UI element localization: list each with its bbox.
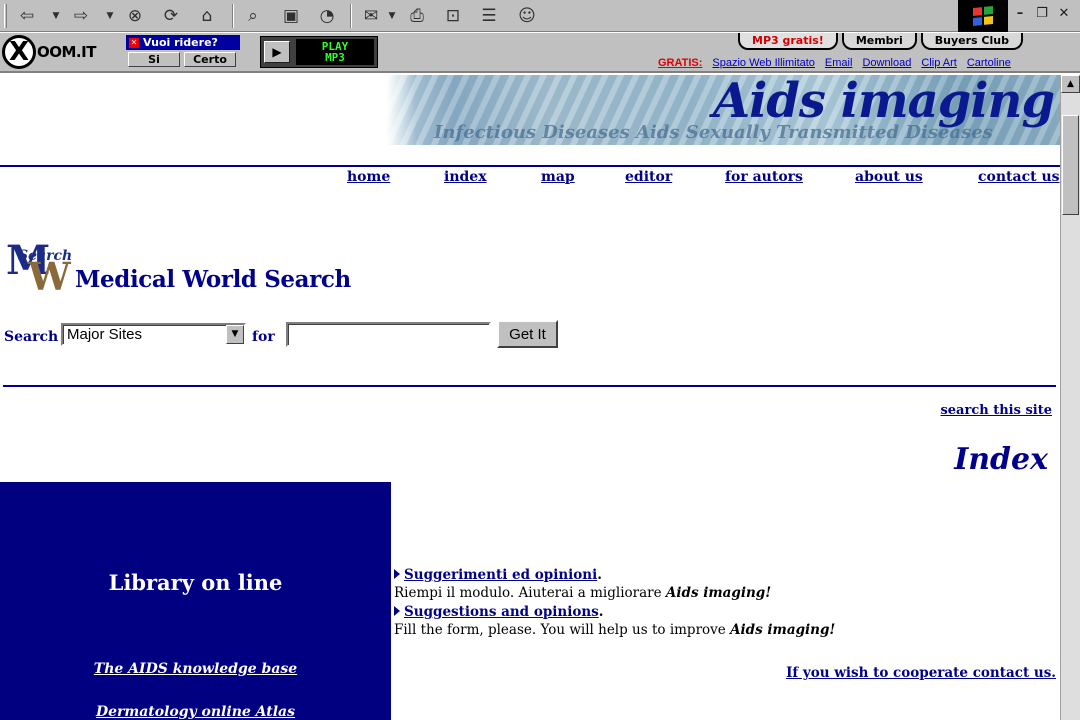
mws-title: Medical World Search — [75, 266, 351, 293]
scroll-thumb[interactable] — [1062, 115, 1079, 215]
toolbar-separator — [350, 4, 352, 28]
search-scope-value: Major Sites — [67, 326, 143, 343]
si-button[interactable]: Si — [128, 52, 180, 67]
windows-logo — [958, 0, 1008, 32]
aids-imaging-em: Aids imaging! — [665, 585, 772, 601]
nav-top-rule — [0, 165, 1060, 167]
play-icon[interactable]: ▶ — [264, 41, 290, 63]
back-dropdown-icon[interactable]: ▼ — [50, 4, 62, 28]
aids-imaging-banner: Infectious Diseases Aids Sexually Transm… — [386, 75, 1060, 145]
favorites-icon[interactable]: ▣ — [278, 4, 304, 28]
suggestions-en-line: Suggestions and opinions. — [394, 604, 603, 620]
suggestions-it-text: Riempi il modulo. Aiuterai a migliorare … — [394, 585, 772, 601]
gratis-label: GRATIS: — [658, 57, 703, 69]
banner-fade — [386, 75, 416, 145]
nav-for-autors[interactable]: for autors — [725, 169, 803, 185]
vuoi-ridere-title: Vuoi ridere? — [143, 36, 218, 49]
xoom-logo[interactable]: X OOM.IT — [2, 35, 96, 69]
fullscreen-icon[interactable]: ⊡ — [440, 4, 466, 28]
edit-page-icon[interactable]: ☰ — [476, 4, 502, 28]
main-nav: home index map editor for autors about u… — [0, 169, 1060, 189]
nav-index[interactable]: index — [444, 169, 487, 185]
link-clip-art[interactable]: Clip Art — [921, 57, 956, 69]
nav-about-us[interactable]: about us — [855, 169, 923, 185]
vuoi-ridere-header: ✕ Vuoi ridere? — [126, 35, 240, 50]
xoom-x-mark: X — [2, 35, 36, 69]
index-heading: Index — [954, 442, 1048, 477]
medical-world-search-logo[interactable]: M W Search — [4, 230, 72, 292]
vuoi-ridere-widget: ✕ Vuoi ridere? Si Certo — [126, 35, 240, 69]
link-spazio-web[interactable]: Spazio Web Illimitato — [712, 57, 815, 69]
mail-icon[interactable]: ✉ — [358, 4, 384, 28]
close-icon[interactable]: ✕ — [129, 37, 139, 48]
tab-membri[interactable]: Membri — [841, 33, 917, 50]
windows-flag-icon — [973, 5, 993, 27]
restore-icon[interactable]: ❐ — [1032, 3, 1052, 23]
for-label: for — [252, 329, 275, 345]
aids-imaging-em: Aids imaging! — [730, 622, 836, 638]
cooperate-contact-link[interactable]: If you wish to cooperate contact us. — [786, 665, 1056, 681]
mail-dropdown-icon[interactable]: ▼ — [386, 4, 398, 28]
chevron-down-icon[interactable]: ▼ — [226, 325, 244, 344]
link-email[interactable]: Email — [825, 57, 853, 69]
scroll-up-icon[interactable]: ▲ — [1061, 75, 1080, 93]
link-aids-knowledge-base[interactable]: The AIDS knowledge base — [0, 661, 391, 677]
play-mp3-display: PLAY MP3 — [296, 39, 374, 65]
nav-map[interactable]: map — [541, 169, 575, 185]
minimize-icon[interactable]: – — [1010, 3, 1030, 23]
search-icon[interactable]: ⌕ — [240, 4, 266, 28]
back-arrow-icon[interactable]: ⇦ — [14, 4, 40, 28]
tab-mp3-gratis[interactable]: MP3 gratis! — [738, 33, 838, 50]
library-title: Library on line — [108, 570, 283, 595]
gratis-links: GRATIS: Spazio Web Illimitato Email Down… — [658, 57, 1011, 69]
link-suggestions[interactable]: Suggestions and opinions — [404, 604, 599, 620]
link-suggerimenti[interactable]: Suggerimenti ed opinioni — [404, 567, 597, 583]
link-dermatology-atlas[interactable]: Dermatology online Atlas — [0, 704, 391, 720]
banner-title: Aids imaging — [712, 75, 1055, 129]
refresh-icon[interactable]: ⟳ — [158, 4, 184, 28]
suggestions-en-text: Fill the form, please. You will help us … — [394, 622, 836, 638]
nav-home[interactable]: home — [347, 169, 390, 185]
link-download[interactable]: Download — [862, 57, 911, 69]
forward-arrow-icon[interactable]: ⇨ — [68, 4, 94, 28]
search-bottom-rule — [3, 385, 1056, 387]
home-icon[interactable]: ⌂ — [194, 4, 220, 28]
get-it-button[interactable]: Get It — [497, 320, 558, 348]
nav-contact-us[interactable]: contact us — [978, 169, 1060, 185]
library-online-panel: Library on line The AIDS knowledge base … — [0, 482, 391, 720]
arrow-right-icon — [394, 606, 400, 616]
certo-button[interactable]: Certo — [184, 52, 236, 67]
tab-buyers-club[interactable]: Buyers Club — [920, 33, 1023, 50]
mws-logo-script: Search — [18, 248, 72, 264]
search-this-site-link[interactable]: search this site — [940, 403, 1052, 418]
suggestions-it-line: Suggerimenti ed opinioni. — [394, 567, 602, 583]
nav-editor[interactable]: editor — [625, 169, 672, 185]
toolbar-grip — [4, 4, 7, 28]
browser-toolbar: ⇦ ▼ ⇨ ▼ ⊗ ⟳ ⌂ ⌕ ▣ ◔ ✉ ▼ ⎙ ⊡ ☰ ☺ – ❐ ✕ — [0, 0, 1080, 32]
stop-icon[interactable]: ⊗ — [122, 4, 148, 28]
history-icon[interactable]: ◔ — [314, 4, 340, 28]
xoom-tabs: MP3 gratis! Membri Buyers Club — [738, 33, 1023, 51]
close-window-icon[interactable]: ✕ — [1054, 3, 1074, 23]
toolbar-separator — [232, 4, 234, 28]
forward-dropdown-icon[interactable]: ▼ — [104, 4, 116, 28]
arrow-right-icon — [394, 569, 400, 579]
xoom-logo-text: OOM.IT — [37, 43, 96, 61]
search-scope-select[interactable]: Major Sites ▼ — [61, 323, 246, 346]
link-cartoline[interactable]: Cartoline — [967, 57, 1011, 69]
vertical-scrollbar[interactable]: ▲ — [1060, 75, 1080, 720]
xoom-ad-bar: X OOM.IT ✕ Vuoi ridere? Si Certo ▶ PLAY … — [0, 33, 1080, 73]
search-label: Search — [4, 329, 59, 345]
mp3-player[interactable]: ▶ PLAY MP3 — [260, 36, 378, 68]
web-page: Infectious Diseases Aids Sexually Transm… — [0, 75, 1060, 720]
search-input[interactable] — [286, 322, 491, 347]
messenger-user-icon[interactable]: ☺ — [514, 4, 540, 28]
print-icon[interactable]: ⎙ — [404, 4, 430, 28]
